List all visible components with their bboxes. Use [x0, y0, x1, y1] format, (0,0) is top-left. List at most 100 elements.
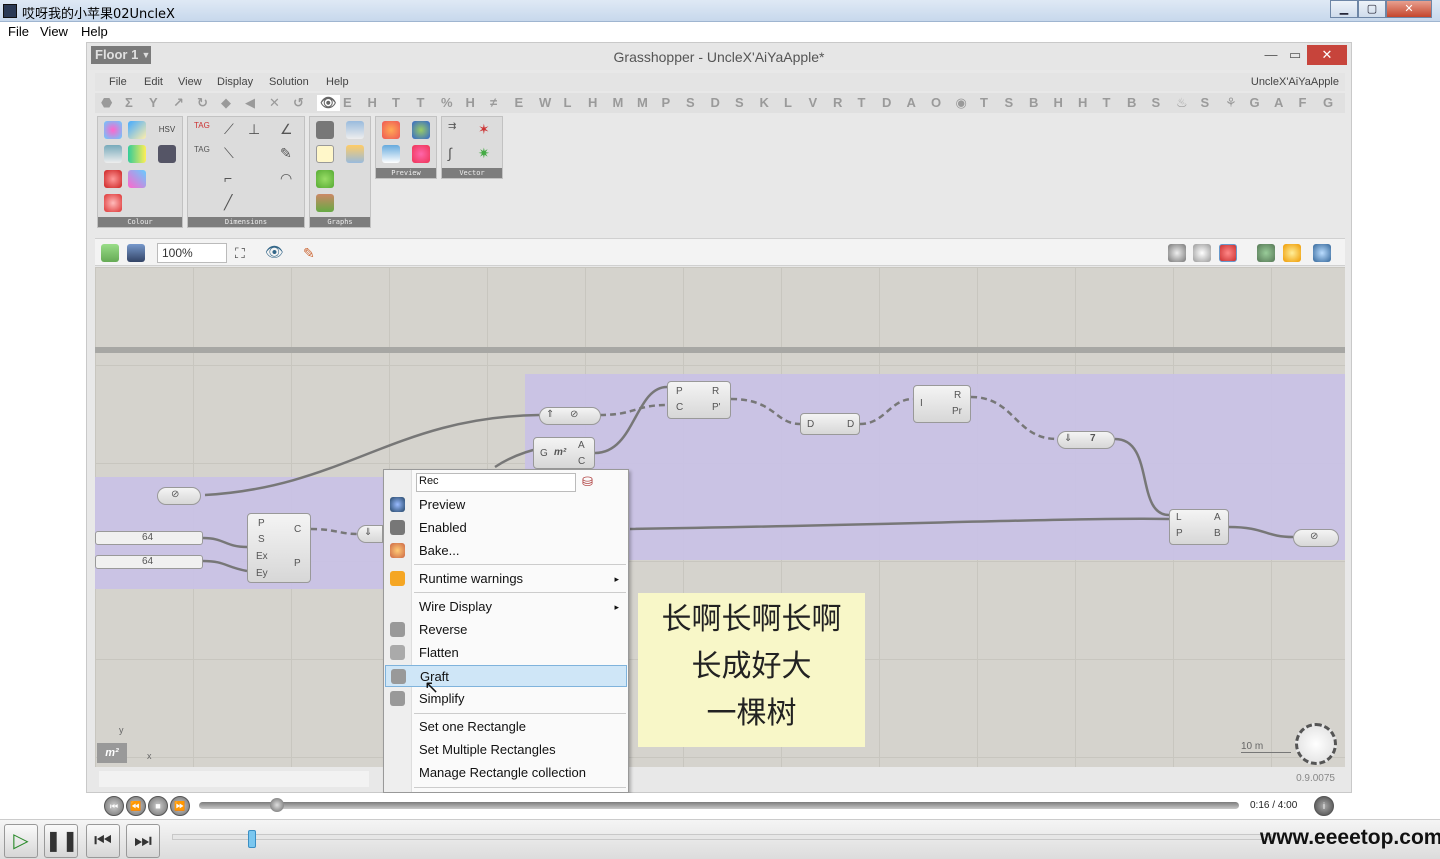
plugin-tab[interactable]: D — [711, 95, 720, 110]
arc-dim-icon[interactable]: ◠ — [280, 170, 298, 188]
rectangle-param-node[interactable]: ⇓ — [357, 525, 383, 543]
plugin-tab[interactable]: V — [809, 95, 818, 110]
angle-icon[interactable]: ⟋ — [224, 121, 242, 139]
plugin-tab[interactable]: O — [931, 95, 941, 110]
plugin-tab[interactable]: R — [833, 95, 842, 110]
linear-dim-icon[interactable]: ⊥ — [248, 121, 266, 139]
plugin-tab[interactable]: M — [637, 95, 648, 110]
menu-item-graft[interactable]: Graft — [385, 665, 627, 687]
plugin-tab[interactable]: S — [1201, 95, 1210, 110]
plugin-tab[interactable]: P — [662, 95, 671, 110]
minimize-icon[interactable]: ▁ — [1330, 0, 1358, 18]
previous-button[interactable]: ⏮ — [86, 824, 120, 858]
zoom-select[interactable]: 100% — [157, 243, 227, 263]
menu-item-reverse[interactable]: Reverse — [385, 619, 627, 641]
gradient-icon[interactable] — [104, 145, 122, 163]
point-list-icon[interactable]: ∫ — [448, 145, 466, 163]
plugin-tab[interactable]: E — [343, 95, 352, 110]
data-recorder-icon[interactable] — [346, 121, 364, 139]
plugin-tab[interactable]: H — [1078, 95, 1087, 110]
plugin-tab[interactable]: K — [760, 95, 769, 110]
open-file-icon[interactable] — [101, 244, 119, 262]
tab-mesh-icon[interactable]: ◀ — [245, 95, 255, 111]
serial-dim-icon[interactable]: ⌐ — [224, 170, 242, 188]
zoom-extents-icon[interactable]: ⛶ — [235, 244, 253, 262]
wireframe-preview-icon[interactable] — [1193, 244, 1211, 262]
selected-preview-icon[interactable] — [1257, 244, 1275, 262]
plugin-tab[interactable]: H — [368, 95, 377, 110]
menu-file[interactable]: File — [8, 24, 29, 39]
gh-menu-display[interactable]: Display — [217, 76, 253, 88]
create-material-icon[interactable] — [382, 145, 400, 163]
sketch-icon[interactable]: ✎ — [303, 244, 321, 262]
close-icon[interactable]: ✕ — [1307, 45, 1347, 65]
plugin-tab[interactable]: E — [515, 95, 524, 110]
gh-menu-edit[interactable]: Edit — [144, 76, 163, 88]
number-param-node[interactable]: ⇓ 7 — [1057, 431, 1115, 449]
custom-preview-icon[interactable] — [382, 121, 400, 139]
preview-eye-icon[interactable]: 👁 — [265, 244, 284, 262]
gh-menu-solution[interactable]: Solution — [269, 76, 309, 88]
gh-menu-help[interactable]: Help — [326, 76, 349, 88]
sphere-icon[interactable] — [104, 170, 122, 188]
plugin-tab[interactable]: T — [392, 95, 400, 110]
panel-icon[interactable] — [316, 145, 334, 163]
timeline-track[interactable] — [172, 834, 1272, 840]
plugin-tab[interactable]: % — [441, 95, 453, 110]
paint-bucket-icon[interactable]: ⛁ — [582, 474, 593, 490]
skip-start-icon[interactable]: ⏮ — [104, 796, 124, 816]
tab-maths-icon[interactable]: Σ — [125, 95, 133, 110]
populate-node[interactable]: P C R P' — [667, 381, 731, 419]
close-icon[interactable]: ✕ — [1386, 0, 1432, 18]
vector-display-icon[interactable]: ⇉ — [448, 121, 466, 139]
tab-surface-icon[interactable]: ◆ — [221, 95, 231, 111]
plugin-tab[interactable]: L — [564, 95, 572, 110]
colour-gradient-icon[interactable] — [128, 145, 146, 163]
plugin-tab[interactable]: S — [1152, 95, 1161, 110]
output-param-node[interactable]: ⊘ — [1293, 529, 1339, 547]
plugin-tab[interactable]: S — [686, 95, 695, 110]
area-node[interactable]: Gm² A C — [533, 437, 595, 469]
plugin-tab[interactable]: H — [466, 95, 475, 110]
shaded-preview-icon[interactable] — [1219, 244, 1237, 262]
bar-graph-icon[interactable] — [316, 121, 334, 139]
aligned-dim-icon[interactable]: ⟍ — [224, 145, 242, 163]
preview-mesh-icon[interactable] — [1313, 244, 1331, 262]
menu-item-wire-display[interactable]: Wire Display ▸ — [385, 596, 627, 618]
dispatch-node[interactable]: DD — [800, 413, 860, 435]
plugin-tab[interactable]: S — [735, 95, 744, 110]
plugin-tab[interactable]: A — [907, 95, 916, 110]
menu-item-manage-collection[interactable]: Manage Rectangle collection — [385, 762, 627, 784]
move-node[interactable]: LPAB — [1169, 509, 1229, 545]
menu-item-bake[interactable]: Bake... — [385, 540, 627, 562]
geometry-param-node[interactable]: ⊘ — [157, 487, 201, 505]
menu-item-simplify[interactable]: Simplify — [385, 688, 627, 710]
tab-transform-icon[interactable]: ↺ — [293, 95, 304, 111]
component-name-field[interactable]: Rec — [416, 473, 576, 492]
tab-curve-icon[interactable]: ↻ — [197, 95, 208, 111]
tab-params-icon[interactable]: ⬣ — [101, 95, 112, 111]
triangle-colour-icon[interactable] — [128, 170, 146, 188]
colour-swatch-icon[interactable] — [128, 121, 146, 139]
rectangle-node[interactable]: P S Ex Ey C P — [247, 513, 311, 583]
line-dim-icon[interactable]: ╱ — [224, 194, 242, 212]
tab-intersect-icon[interactable]: ✕ — [269, 95, 280, 111]
vector-field-icon[interactable]: ✷ — [478, 145, 496, 163]
graph-mapper-icon[interactable] — [316, 194, 334, 212]
tab-vector-icon[interactable]: ↗ — [173, 95, 184, 111]
plugin-tab[interactable]: G — [1250, 95, 1260, 110]
maximize-icon[interactable]: ▭ — [1283, 45, 1307, 65]
plugin-tab[interactable]: ♨ — [1176, 95, 1188, 111]
plugin-tab[interactable]: B — [1029, 95, 1038, 110]
spectrum-icon[interactable] — [158, 145, 176, 163]
rewind-icon[interactable]: ⏪ — [126, 796, 146, 816]
menu-item-set-one[interactable]: Set one Rectangle — [385, 716, 627, 738]
plugin-tab[interactable]: T — [417, 95, 425, 110]
info-icon[interactable]: i — [1314, 796, 1334, 816]
maximize-icon[interactable]: ▢ — [1358, 0, 1386, 18]
plugin-tab[interactable]: A — [1274, 95, 1283, 110]
tag-icon[interactable]: TAG — [194, 121, 212, 139]
fast-forward-icon[interactable]: ⏩ — [170, 796, 190, 816]
display-mode-icon[interactable] — [1283, 244, 1301, 262]
menu-item-set-multiple[interactable]: Set Multiple Rectangles — [385, 739, 627, 761]
